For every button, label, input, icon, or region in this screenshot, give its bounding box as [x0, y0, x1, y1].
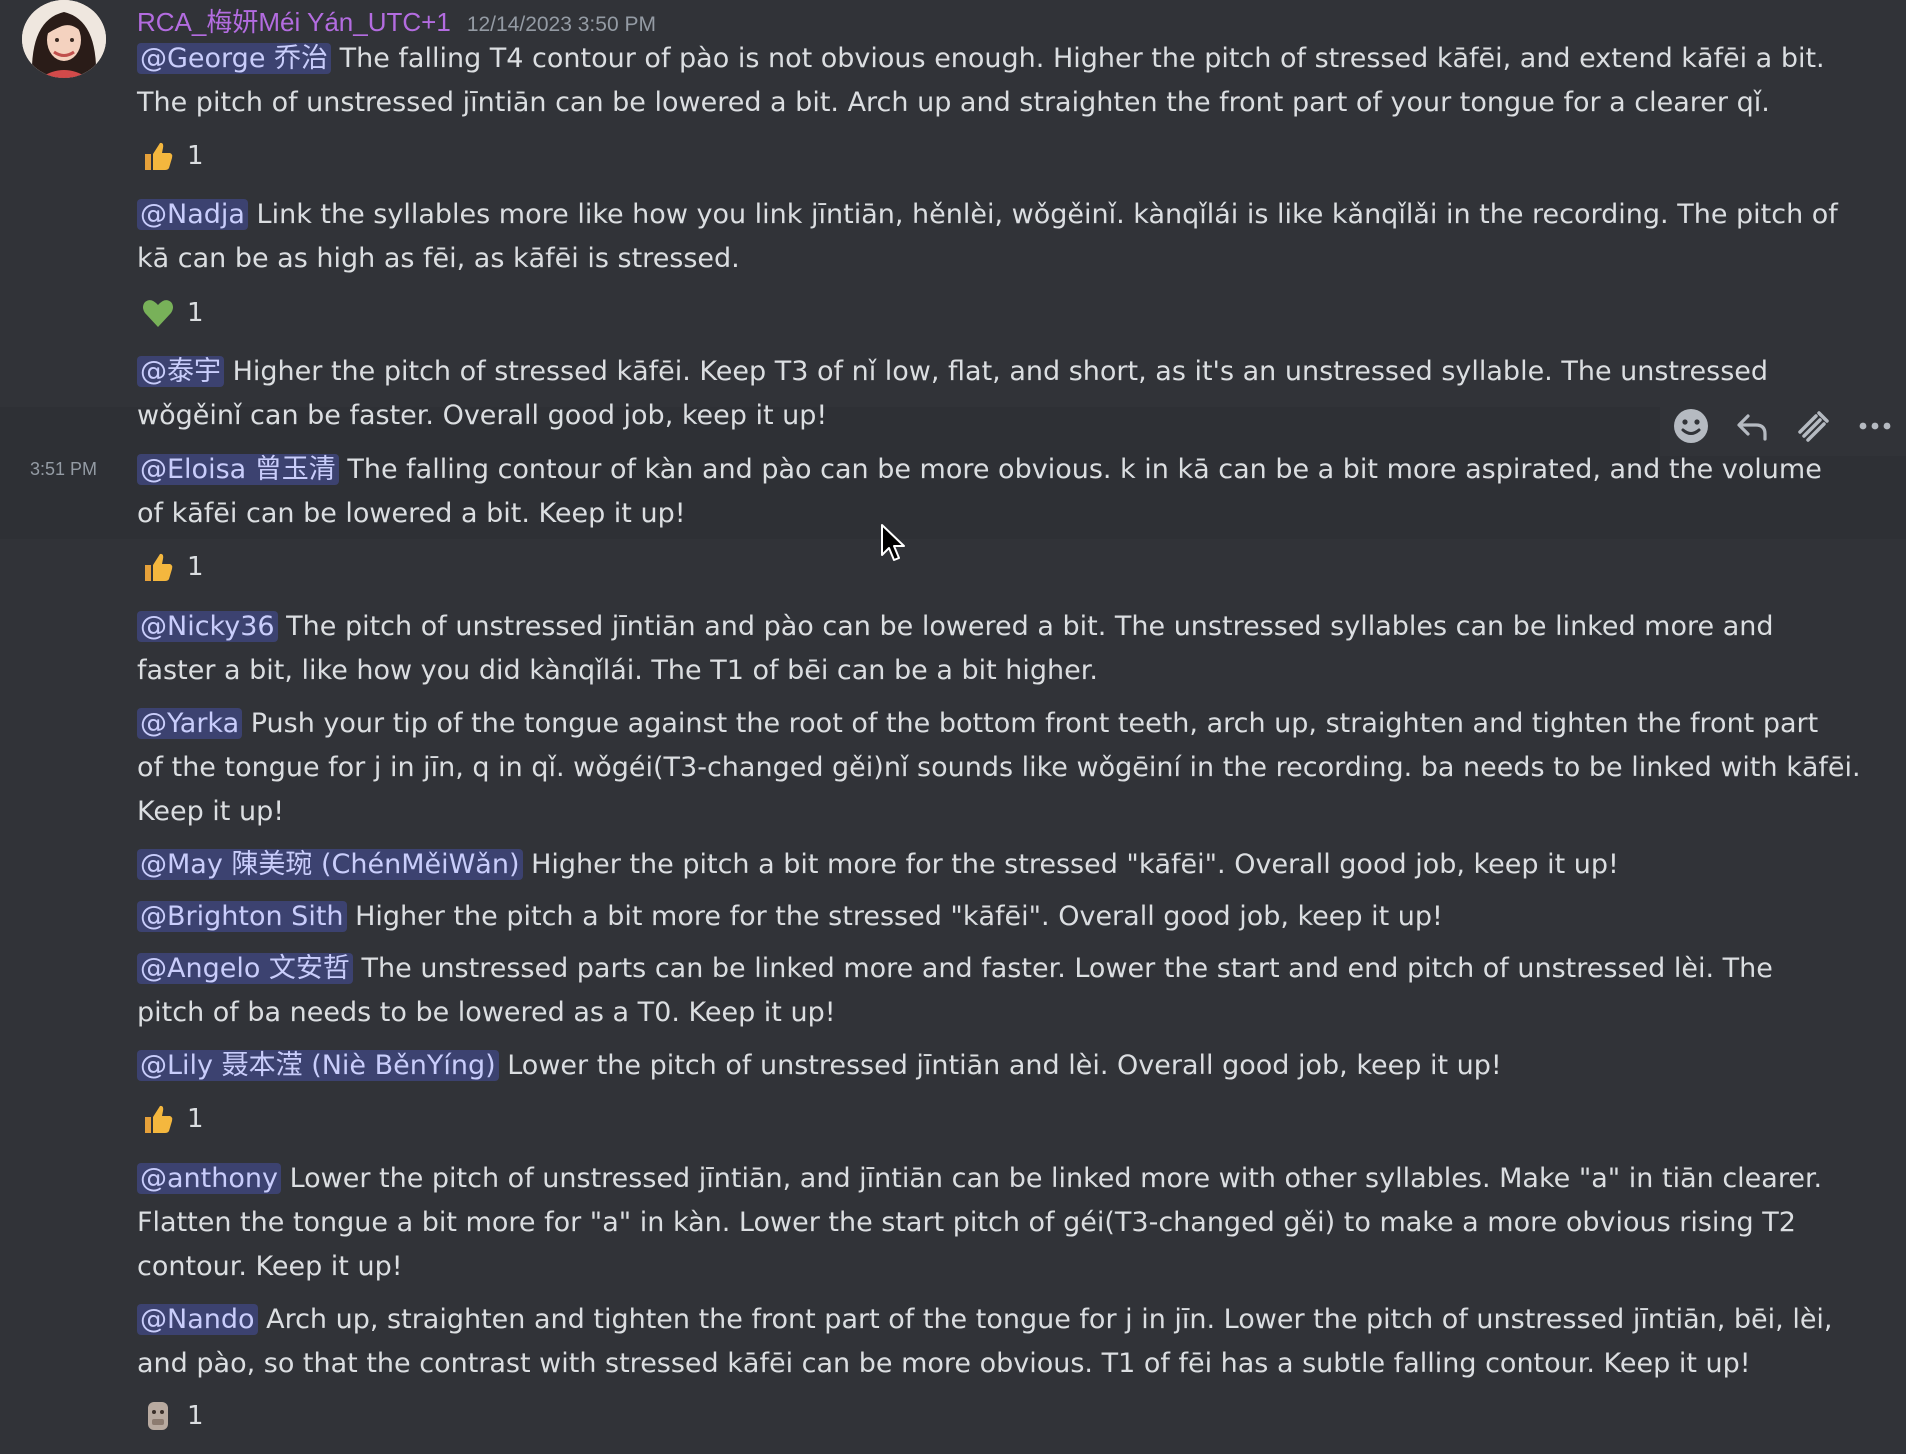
user-mention[interactable]: @Eloisa 曾玉清 [137, 454, 339, 485]
user-mention[interactable]: @anthony [137, 1163, 281, 1194]
reaction-green-heart[interactable]: 1 [141, 293, 204, 333]
message-text: and pào, so that the contrast with stres… [137, 1348, 1751, 1379]
message-header: RCA_梅妍Méi Yán_UTC+1 12/14/2023 3:50 PM [137, 2, 656, 37]
message-text: of kāfēi can be lowered a bit. Keep it u… [137, 498, 686, 529]
add-reaction-icon [1673, 409, 1708, 443]
mouse-cursor-icon [881, 524, 905, 561]
user-mention[interactable]: @Nando [137, 1304, 258, 1335]
message-line: @May 陳美琬 (ChénMěiWǎn) Higher the pitch a… [137, 843, 1847, 887]
reaction-thumbs-up[interactable]: 1 [141, 547, 204, 587]
thumbs-up-icon [145, 142, 173, 170]
message-line: @anthony Lower the pitch of unstressed j… [137, 1157, 1847, 1289]
message-line: @Yarka Push your tip of the tongue again… [137, 702, 1861, 834]
message-text: Flatten the tongue a bit more for "a" in… [137, 1207, 1796, 1238]
reaction-thumbs-up[interactable]: 1 [141, 136, 204, 176]
more-options-button[interactable] [1851, 402, 1899, 450]
avatar-image [22, 0, 106, 78]
author-username[interactable]: RCA_梅妍Méi Yán_UTC+1 [137, 2, 451, 39]
message-text: Lower the pitch of unstressed jīntiān an… [507, 1050, 1502, 1081]
thumbs-up-icon [145, 1105, 173, 1133]
message-text: The falling T4 contour of pào is not obv… [339, 43, 1825, 74]
user-mention[interactable]: @Nicky36 [137, 611, 278, 642]
message-text: The pitch of unstressed jīntiān can be l… [137, 87, 1770, 118]
message-text: contour. Keep it up! [137, 1251, 403, 1282]
message-text: The pitch of unstressed jīntiān and pào … [286, 611, 1774, 642]
message-text: Lower the pitch of unstressed jīntiān, a… [289, 1163, 1823, 1194]
hover-timestamp[interactable]: 3:51 PM [30, 459, 97, 480]
message-text: Link the syllables more like how you lin… [256, 199, 1838, 230]
message-hover-toolbar [1660, 396, 1906, 456]
create-thread-button[interactable] [1790, 402, 1838, 450]
reply-button[interactable] [1728, 402, 1776, 450]
message-text: kā can be as high as fēi, as kāfēi is st… [137, 243, 740, 274]
user-mention[interactable]: @Yarka [137, 708, 243, 739]
message-line: @Eloisa 曾玉清 The falling contour of kàn a… [137, 448, 1847, 536]
message-line: @Nando Arch up, straighten and tighten t… [137, 1298, 1847, 1386]
message-text: The falling contour of kàn and pào can b… [347, 454, 1822, 485]
message-text: Higher the pitch of stressed kāfēi. Keep… [232, 356, 1769, 387]
more-options-icon [1859, 422, 1891, 430]
chat-view: RCA_梅妍Méi Yán_UTC+1 12/14/2023 3:50 PM 3… [0, 0, 1906, 1454]
reaction-sticker[interactable]: 1 [141, 1396, 204, 1436]
reaction-count: 1 [187, 552, 204, 582]
message-line: @Angelo 文安哲 The unstressed parts can be … [137, 947, 1847, 1035]
thumbs-up-icon [145, 553, 173, 581]
reply-icon [1737, 414, 1767, 441]
user-mention[interactable]: @George 乔治 [137, 43, 332, 74]
sticker-emoji-icon [148, 1402, 168, 1430]
message-text: Higher the pitch a bit more for the stre… [355, 901, 1443, 932]
message-text: Keep it up! [137, 796, 285, 827]
user-mention[interactable]: @May 陳美琬 (ChénMěiWǎn) [137, 849, 523, 880]
green-heart-icon [143, 300, 173, 327]
avatar[interactable] [22, 0, 106, 78]
message-line: @Nicky36 The pitch of unstressed jīntiān… [137, 605, 1847, 693]
message-text: pitch of ba needs to be lowered as a T0.… [137, 997, 836, 1028]
reaction-count: 1 [187, 1104, 204, 1134]
message-text: faster a bit, like how you did kànqǐlái.… [137, 655, 1098, 686]
message-line: @Nadja Link the syllables more like how … [137, 193, 1847, 281]
message-text: of the tongue for j in jīn, q in qǐ. wǒg… [137, 752, 1861, 783]
message-text: Push your tip of the tongue against the … [250, 708, 1819, 739]
user-mention[interactable]: @泰宇 [137, 356, 224, 387]
create-thread-icon [1798, 411, 1829, 442]
add-reaction-button[interactable] [1667, 402, 1715, 450]
message-line: @Lily 聂本滢 (Niè BěnYíng) Lower the pitch … [137, 1044, 1847, 1088]
message-text: The unstressed parts can be linked more … [361, 953, 1773, 984]
user-mention[interactable]: @Brighton Sith [137, 901, 347, 932]
reaction-count: 1 [187, 141, 204, 171]
message-timestamp[interactable]: 12/14/2023 3:50 PM [467, 13, 656, 37]
message-text: wǒgěinǐ can be faster. Overall good job,… [137, 400, 828, 431]
message-text: Arch up, straighten and tighten the fron… [266, 1304, 1833, 1335]
user-mention[interactable]: @Lily 聂本滢 (Niè BěnYíng) [137, 1050, 499, 1081]
message-line: @Brighton Sith Higher the pitch a bit mo… [137, 895, 1847, 939]
message-text: Higher the pitch a bit more for the stre… [531, 849, 1619, 880]
user-mention[interactable]: @Angelo 文安哲 [137, 953, 353, 984]
message-line: @George 乔治 The falling T4 contour of pào… [137, 37, 1847, 125]
reaction-count: 1 [187, 1401, 204, 1431]
message-line: @泰宇 Higher the pitch of stressed kāfēi. … [137, 350, 1847, 438]
reaction-thumbs-up[interactable]: 1 [141, 1099, 204, 1139]
reaction-count: 1 [187, 298, 204, 328]
user-mention[interactable]: @Nadja [137, 199, 248, 230]
